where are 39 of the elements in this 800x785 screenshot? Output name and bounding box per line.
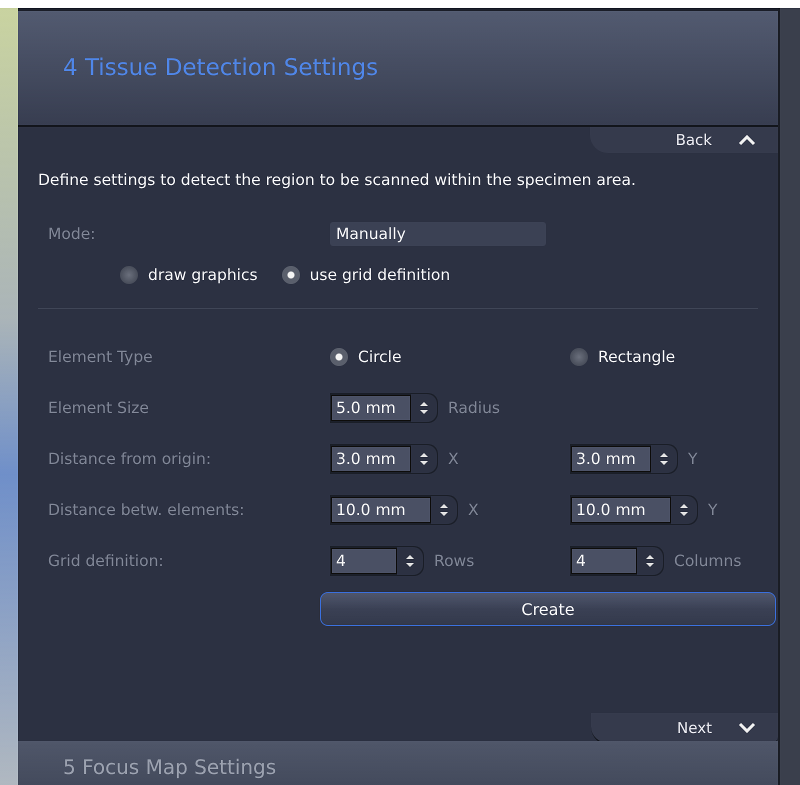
- field-label: Element Type: [48, 348, 154, 366]
- spin-box[interactable]: 10.0 mm: [570, 494, 698, 524]
- stepper-icon[interactable]: [397, 546, 423, 574]
- back-button[interactable]: Back: [590, 127, 778, 153]
- spin-box[interactable]: 3.0 mm: [570, 444, 678, 474]
- mode-field[interactable]: Manually: [330, 222, 546, 246]
- mode-label: Mode:: [48, 225, 96, 243]
- spin-box[interactable]: 4: [570, 546, 664, 576]
- unit-label: Y: [708, 500, 718, 518]
- chevron-down-icon: [738, 722, 756, 734]
- unit-label: Radius: [448, 398, 500, 416]
- unit-label: X: [468, 500, 479, 518]
- stepper-icon[interactable]: [637, 546, 663, 574]
- field-label: Distance betw. elements:: [48, 500, 246, 518]
- unit-label: Y: [688, 450, 698, 468]
- field-label: Distance from origin:: [48, 450, 212, 468]
- field-label: Grid definition:: [48, 552, 165, 570]
- stepper-icon[interactable]: [411, 444, 437, 472]
- spin-box[interactable]: 10.0 mm: [330, 494, 458, 524]
- unit-label: X: [448, 450, 459, 468]
- radio-option[interactable]: Rectangle: [570, 348, 676, 366]
- radio-option[interactable]: use grid definition: [282, 266, 450, 284]
- stepper-icon[interactable]: [671, 496, 697, 524]
- field-label: Element Size: [48, 398, 150, 416]
- stepper-icon[interactable]: [411, 394, 437, 422]
- spin-box[interactable]: 4: [330, 546, 424, 576]
- chevron-up-icon: [738, 134, 756, 146]
- description-text: Define settings to detect the region to be scanned within the specimen area.: [38, 170, 637, 191]
- unit-label: Columns: [674, 552, 742, 570]
- section-title: 5 Focus Map Settings: [63, 755, 276, 779]
- spin-box[interactable]: 5.0 mm: [330, 392, 438, 422]
- create-button[interactable]: Create: [320, 592, 776, 626]
- section-title: 4 Tissue Detection Settings: [63, 55, 378, 81]
- spin-box[interactable]: 3.0 mm: [330, 444, 438, 474]
- unit-label: Rows: [434, 552, 474, 570]
- stepper-icon[interactable]: [651, 444, 677, 472]
- radio-option[interactable]: Circle: [330, 348, 402, 366]
- stepper-icon[interactable]: [431, 496, 457, 524]
- radio-option[interactable]: draw graphics: [120, 266, 258, 284]
